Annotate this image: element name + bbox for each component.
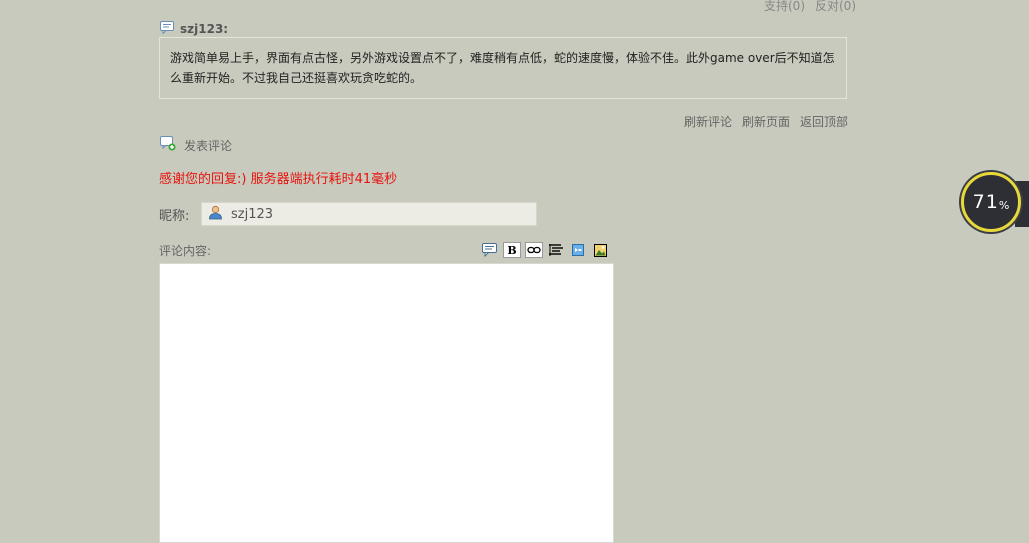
thanks-message: 感谢您的回复:) 服务器端执行耗时41毫秒	[159, 172, 398, 187]
support-link[interactable]: 支持(0)	[764, 0, 805, 14]
comment-bubble-icon	[160, 19, 174, 38]
oppose-link[interactable]: 反对(0)	[815, 0, 856, 14]
content-label: 评论内容:	[159, 244, 212, 258]
comment-body: 游戏简单易上手，界面有点古怪，另外游戏设置点不了，难度稍有点低，蛇的速度慢，体验…	[159, 37, 847, 99]
link-icon[interactable]	[525, 242, 543, 258]
emoticon-icon[interactable]	[569, 242, 587, 258]
speed-widget-unit: %	[998, 198, 1010, 212]
comment-add-icon	[160, 136, 176, 154]
user-icon	[208, 205, 223, 224]
quote-icon[interactable]	[481, 242, 499, 258]
back-to-top-link[interactable]: 返回顶部	[800, 113, 848, 130]
comment-header: szj123:	[160, 19, 228, 38]
speed-widget-value: 71	[972, 191, 999, 213]
comment-author: szj123:	[180, 21, 229, 36]
nickname-input[interactable]	[231, 206, 521, 222]
post-comment-header: 发表评论	[160, 136, 232, 154]
image-icon[interactable]	[591, 242, 609, 258]
code-icon[interactable]	[547, 242, 565, 258]
nickname-label: 昵称:	[159, 209, 190, 224]
editor-toolbar: B	[481, 242, 609, 258]
refresh-page-link[interactable]: 刷新页面	[742, 113, 790, 130]
comment-content-input[interactable]	[159, 263, 614, 543]
speed-widget[interactable]: 71 %	[961, 172, 1021, 232]
bold-icon[interactable]: B	[503, 242, 521, 258]
nickname-field[interactable]	[201, 202, 537, 226]
refresh-comments-link[interactable]: 刷新评论	[684, 113, 732, 130]
comment-text: 游戏简单易上手，界面有点古怪，另外游戏设置点不了，难度稍有点低，蛇的速度慢，体验…	[170, 51, 835, 85]
post-comment-title: 发表评论	[184, 138, 233, 153]
